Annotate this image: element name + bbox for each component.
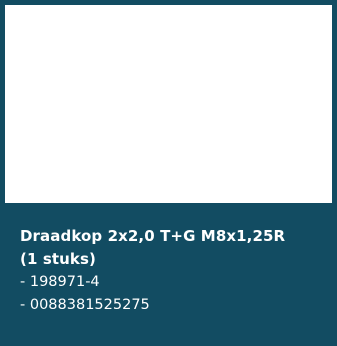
- product-article-number: - 198971-4: [20, 274, 100, 290]
- product-image[interactable]: [5, 5, 332, 203]
- product-card[interactable]: Draadkop 2x2,0 T+G M8x1,25R (1 stuks) - …: [0, 0, 337, 346]
- product-info-panel: Draadkop 2x2,0 T+G M8x1,25R (1 stuks) - …: [5, 203, 332, 346]
- product-ean: - 0088381525275: [20, 297, 150, 313]
- product-name-line1: Draadkop 2x2,0 T+G M8x1,25R: [20, 227, 286, 245]
- product-name-line2: (1 stuks): [20, 250, 96, 268]
